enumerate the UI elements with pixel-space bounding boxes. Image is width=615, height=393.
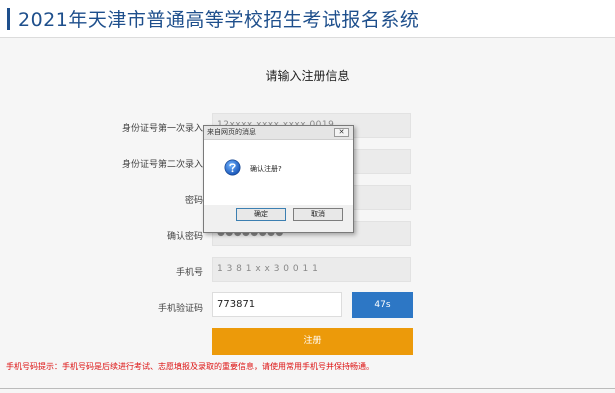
dialog-cancel-button[interactable]: 取消 xyxy=(293,208,343,221)
confirm-dialog: 来自网页的消息 ✕ 确认注册? 确定 取消 xyxy=(203,125,354,233)
sms-code-label: 手机验证码 xyxy=(157,304,203,314)
page-title: 2021年天津市普通高等学校招生考试报名系统 xyxy=(18,9,420,31)
id-number-second-label: 身份证号第二次录入 xyxy=(121,160,203,170)
bottom-divider xyxy=(0,388,615,389)
sms-code-input[interactable]: 773871 xyxy=(212,292,342,317)
send-code-countdown-button[interactable]: 47s xyxy=(352,292,413,318)
phone-input[interactable]: 1 3 8 1 x x 3 0 0 1 1 xyxy=(212,257,411,282)
id-number-first-label: 身份证号第一次录入 xyxy=(121,124,203,134)
password-label: 密码 xyxy=(184,196,203,206)
dialog-ok-button[interactable]: 确定 xyxy=(236,208,286,221)
dialog-message: 确认注册? xyxy=(250,165,282,173)
form-title: 请输入注册信息 xyxy=(265,69,350,83)
page-header: 2021年天津市普通高等学校招生考试报名系统 xyxy=(0,0,615,38)
phone-notice: 手机号码提示：手机号码是后续进行考试、志愿填报及录取的重要信息，请使用常用手机号… xyxy=(6,362,374,371)
dialog-body: 确认注册? xyxy=(204,140,353,205)
phone-label: 手机号 xyxy=(175,268,203,278)
dialog-title: 来自网页的消息 xyxy=(207,128,256,136)
question-icon xyxy=(224,159,241,176)
confirm-password-label: 确认密码 xyxy=(166,232,203,242)
dialog-close-button[interactable]: ✕ xyxy=(334,128,349,137)
register-button[interactable]: 注册 xyxy=(212,328,413,355)
dialog-titlebar: 来自网页的消息 ✕ xyxy=(204,126,353,140)
title-accent-bar xyxy=(7,8,10,30)
